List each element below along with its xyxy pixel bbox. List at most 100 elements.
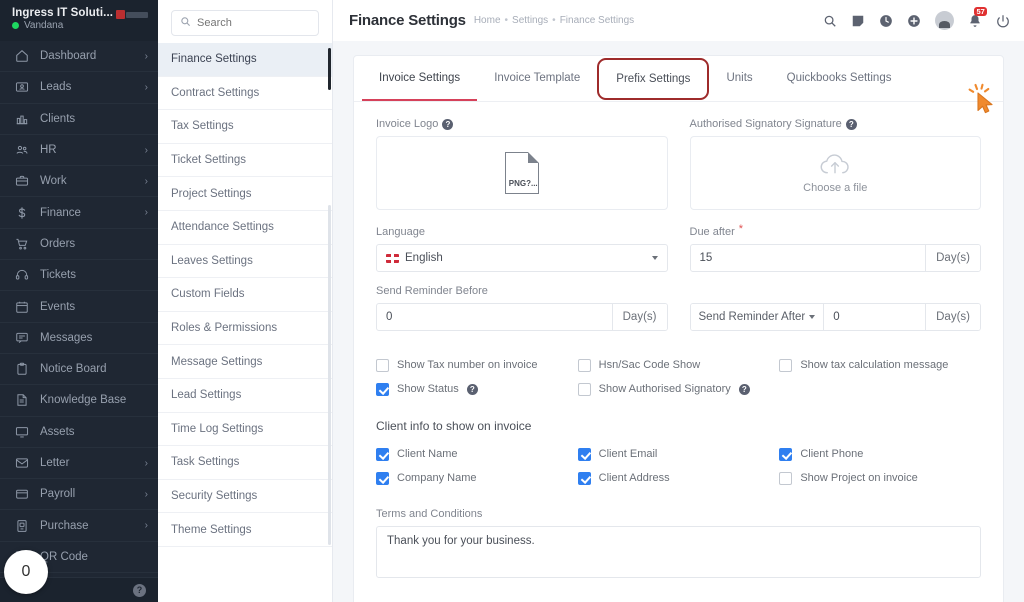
language-select[interactable]: English bbox=[376, 244, 668, 272]
tab-invoice-settings[interactable]: Invoice Settings bbox=[362, 56, 478, 101]
sidebar-item-payroll[interactable]: Payroll › bbox=[0, 479, 158, 511]
checkbox-input[interactable] bbox=[577, 471, 591, 485]
help-icon[interactable]: ? bbox=[466, 383, 478, 395]
checkbox-hsn-sac-code-show[interactable]: Hsn/Sac Code Show bbox=[577, 353, 780, 377]
reminder-after-input[interactable] bbox=[824, 304, 926, 330]
checkbox-show-status[interactable]: Show Status? bbox=[376, 377, 578, 401]
checkbox-input[interactable] bbox=[376, 358, 389, 372]
search-icon[interactable] bbox=[823, 14, 837, 28]
reminder-before-input[interactable] bbox=[377, 304, 612, 330]
settings-item-label: Finance Settings bbox=[171, 53, 257, 66]
reminder-after-dropdown[interactable]: Send Reminder After bbox=[690, 304, 825, 330]
reminder-before-input-group[interactable]: Day(s) bbox=[376, 303, 668, 331]
reminder-after-input-group[interactable]: Send Reminder After Day(s) bbox=[689, 303, 981, 331]
breadcrumb-separator: • bbox=[552, 15, 556, 26]
settings-item-tax-settings[interactable]: Tax Settings bbox=[158, 110, 332, 144]
sidebar-item-dashboard[interactable]: Dashboard › bbox=[0, 41, 158, 73]
settings-item-roles-permissions[interactable]: Roles & Permissions bbox=[158, 312, 332, 346]
checkbox-show-tax-number-on-invoice[interactable]: Show Tax number on invoice bbox=[376, 353, 578, 377]
checkbox-show-authorised-signatory[interactable]: Show Authorised Signatory? bbox=[577, 377, 780, 401]
checkbox-company-name[interactable]: Company Name bbox=[376, 466, 578, 490]
checkbox-empty bbox=[779, 377, 981, 401]
signature-dropzone[interactable]: Choose a file bbox=[689, 136, 981, 210]
sidebar-item-knowledge-base[interactable]: Knowledge Base bbox=[0, 385, 158, 417]
sidebar-item-assets[interactable]: Assets bbox=[0, 417, 158, 448]
breadcrumb-settings[interactable]: Settings bbox=[512, 15, 548, 26]
note-icon[interactable] bbox=[851, 14, 865, 28]
sidebar-item-label: HR bbox=[40, 144, 57, 157]
help-icon[interactable]: ? bbox=[845, 118, 857, 130]
help-icon[interactable]: ? bbox=[133, 583, 146, 597]
settings-scrollbar-track[interactable] bbox=[328, 205, 331, 545]
power-icon[interactable] bbox=[996, 14, 1010, 28]
search-input[interactable] bbox=[197, 17, 310, 29]
settings-item-finance-settings[interactable]: Finance Settings bbox=[158, 43, 332, 77]
sidebar-item-tickets[interactable]: Tickets bbox=[0, 260, 158, 292]
upload-row: Invoice Logo ? PNG?... Authorised Signat… bbox=[376, 118, 981, 210]
plus-circle-icon[interactable] bbox=[907, 14, 921, 28]
sidebar-item-clients[interactable]: Clients bbox=[0, 104, 158, 135]
invoice-logo-dropzone[interactable]: PNG?... bbox=[376, 136, 668, 210]
settings-item-security-settings[interactable]: Security Settings bbox=[158, 480, 332, 514]
settings-scrollbar-thumb[interactable] bbox=[328, 48, 331, 90]
sidebar-item-orders[interactable]: Orders bbox=[0, 229, 158, 261]
form-body: Invoice Logo ? PNG?... Authorised Signat… bbox=[354, 102, 1003, 581]
checkbox-input[interactable] bbox=[376, 447, 389, 461]
sidebar-item-hr[interactable]: HR › bbox=[0, 135, 158, 167]
due-after-input-group[interactable]: Day(s) bbox=[689, 244, 981, 272]
clock-icon[interactable] bbox=[879, 14, 893, 28]
avatar[interactable] bbox=[935, 11, 954, 30]
checkbox-input[interactable] bbox=[577, 358, 591, 372]
checkbox-show-project-on-invoice[interactable]: Show Project on invoice bbox=[779, 466, 981, 490]
notifications-bell-icon[interactable]: 57 bbox=[968, 6, 988, 28]
sidebar-item-letter[interactable]: Letter › bbox=[0, 448, 158, 480]
checkbox-client-email[interactable]: Client Email bbox=[577, 442, 780, 466]
terms-textarea[interactable] bbox=[376, 526, 981, 578]
checkbox-client-phone[interactable]: Client Phone bbox=[779, 442, 981, 466]
checkbox-input[interactable] bbox=[376, 382, 389, 396]
sidebar-item-events[interactable]: Events bbox=[0, 291, 158, 323]
help-icon[interactable]: ? bbox=[738, 383, 750, 395]
settings-item-leaves-settings[interactable]: Leaves Settings bbox=[158, 245, 332, 279]
tab-units[interactable]: Units bbox=[709, 56, 769, 101]
settings-item-time-log-settings[interactable]: Time Log Settings bbox=[158, 413, 332, 447]
help-icon[interactable]: ? bbox=[442, 118, 454, 130]
checkbox-client-name[interactable]: Client Name bbox=[376, 442, 578, 466]
checkbox-client-address[interactable]: Client Address bbox=[577, 466, 780, 490]
checkbox-row: Client Name Client Email Client Phone bbox=[376, 442, 981, 466]
settings-item-message-settings[interactable]: Message Settings bbox=[158, 345, 332, 379]
sidebar-item-label: Work bbox=[40, 175, 67, 188]
dollar-icon bbox=[14, 205, 29, 220]
tab-invoice-template[interactable]: Invoice Template bbox=[477, 56, 597, 101]
brand-header[interactable]: Ingress IT Soluti... Vandana bbox=[0, 0, 158, 41]
due-after-input[interactable] bbox=[690, 245, 926, 271]
settings-item-lead-settings[interactable]: Lead Settings bbox=[158, 379, 332, 413]
settings-item-ticket-settings[interactable]: Ticket Settings bbox=[158, 144, 332, 178]
sidebar-item-leads[interactable]: Leads › bbox=[0, 72, 158, 104]
settings-item-project-settings[interactable]: Project Settings bbox=[158, 177, 332, 211]
breadcrumb-home[interactable]: Home bbox=[474, 15, 501, 26]
settings-item-theme-settings[interactable]: Theme Settings bbox=[158, 513, 332, 547]
settings-list-panel: Finance Settings Contract Settings Tax Set… bbox=[158, 0, 333, 602]
sidebar-item-notice-board[interactable]: Notice Board bbox=[0, 354, 158, 386]
sidebar-item-work[interactable]: Work › bbox=[0, 166, 158, 198]
settings-item-task-settings[interactable]: Task Settings bbox=[158, 446, 332, 480]
settings-item-custom-fields[interactable]: Custom Fields bbox=[158, 278, 332, 312]
checkbox-input[interactable] bbox=[577, 447, 591, 461]
checkbox-show-tax-calculation-message[interactable]: Show tax calculation message bbox=[779, 353, 981, 377]
sidebar-item-finance[interactable]: Finance › bbox=[0, 197, 158, 229]
settings-item-contract-settings[interactable]: Contract Settings bbox=[158, 77, 332, 111]
checkbox-input[interactable] bbox=[779, 471, 793, 485]
sidebar-item-purchase[interactable]: Purchase › bbox=[0, 510, 158, 542]
checkbox-input[interactable] bbox=[779, 358, 793, 372]
checkbox-input[interactable] bbox=[577, 382, 591, 396]
checkbox-input[interactable] bbox=[779, 447, 793, 461]
chat-bubble-button[interactable]: 0 bbox=[4, 550, 48, 594]
settings-item-attendance-settings[interactable]: Attendance Settings bbox=[158, 211, 332, 245]
search-box[interactable] bbox=[171, 10, 319, 36]
tab-prefix-settings[interactable]: Prefix Settings bbox=[597, 58, 710, 100]
sidebar-item-messages[interactable]: Messages bbox=[0, 323, 158, 354]
due-after-unit: Day(s) bbox=[925, 245, 980, 271]
tab-quickbooks-settings[interactable]: Quickbooks Settings bbox=[770, 56, 909, 101]
checkbox-input[interactable] bbox=[376, 471, 389, 485]
